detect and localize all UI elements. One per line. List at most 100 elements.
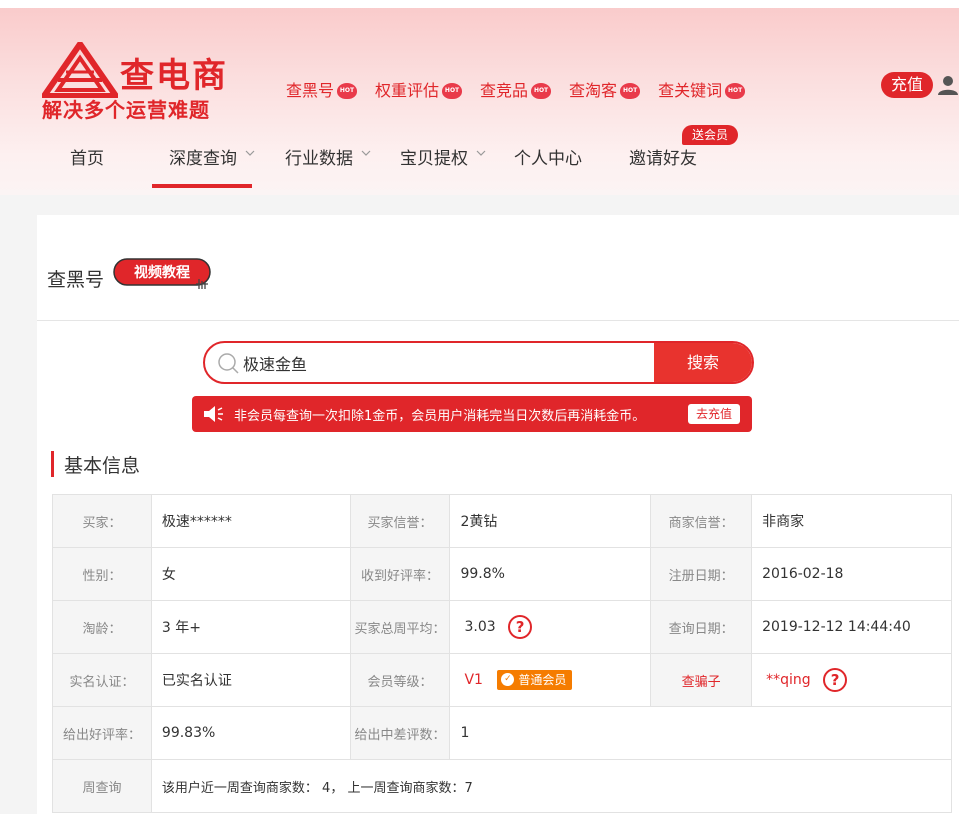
nav-label: 宝贝提权 [400, 149, 468, 169]
top-strip [0, 0, 959, 8]
account-age-label: 淘龄： [52, 600, 152, 654]
search-icon [218, 353, 239, 374]
quicklink-competitor[interactable]: 查竞品 HOT [480, 78, 552, 100]
hot-badge-icon: HOT [620, 83, 641, 99]
table-row: 淘龄： 3 年+ 买家总周平均： 3.03 ? 查询日期： 2019-12-12… [52, 600, 952, 654]
quicklink-label: 查淘客 [569, 81, 618, 100]
good-rate-value: 99.8% [449, 547, 652, 601]
brand-slogan: 解决多个运营难题 [42, 98, 210, 122]
nav-label: 个人中心 [514, 149, 582, 169]
nav-label: 深度查询 [169, 149, 237, 169]
seller-credit-value: 非商家 [751, 494, 952, 548]
quicklink-label: 查黑号 [286, 81, 335, 100]
notice-text: 非会员每查询一次扣除1金币，会员用户消耗完当日次数后再消耗金币。 [234, 409, 646, 424]
nav-label: 邀请好友 [629, 149, 697, 169]
nav-industry-data[interactable]: 行业数据 [285, 130, 371, 188]
user-icon[interactable] [937, 74, 959, 96]
query-date-value: 2019-12-12 14:44:40 [751, 600, 952, 654]
weekly-average-label: 买家总周平均： [349, 600, 451, 654]
quicklink-weight[interactable]: 权重评估 HOT [375, 78, 463, 100]
buyer-label: 买家： [52, 494, 152, 548]
quicklink-taoke[interactable]: 查淘客 HOT [569, 78, 641, 100]
vip-gift-tag: 送会员 [682, 125, 738, 145]
seller-credit-label: 商家信誉： [650, 494, 753, 548]
chevron-down-icon [361, 150, 371, 156]
fraud-check-label[interactable]: 查骗子 [650, 653, 753, 707]
quicklink-keyword[interactable]: 查关键词 HOT [658, 78, 746, 100]
buyer-credit-label: 买家信誉： [349, 494, 451, 548]
go-recharge-button[interactable]: 去充值 [688, 404, 740, 424]
search-input[interactable] [243, 343, 653, 382]
table-row: 买家： 极速****** 买家信誉： 2黄钻 商家信誉： 非商家 [52, 494, 952, 548]
hot-badge-icon: HOT [725, 83, 746, 99]
buyer-credit-value: 2黄钻 [449, 494, 652, 548]
section-title: 基本信息 [51, 451, 140, 477]
chevron-down-icon [245, 150, 255, 156]
brand-logo[interactable]: 查电商 解决多个运营难题 [42, 42, 242, 122]
weekly-average-value: 3.03 [464, 619, 496, 635]
main-panel: 查黑号 视频教程 搜索 非会员每查询一次扣除1金币，会员用户消耗完当日次数后再消… [37, 215, 959, 814]
help-question-icon[interactable]: ? [508, 615, 533, 639]
nav-label: 行业数据 [285, 149, 353, 169]
notice-banner: 非会员每查询一次扣除1金币，会员用户消耗完当日次数后再消耗金币。 去充值 [192, 396, 752, 432]
fraud-check-cell: **qing ? [751, 653, 952, 707]
quick-links: 查黑号 HOT 权重评估 HOT 查竞品 HOT 查淘客 HOT 查关键词 HO… [286, 78, 763, 100]
quicklink-label: 查竞品 [480, 81, 529, 100]
buyer-value: 极速****** [150, 494, 351, 548]
video-tutorial-button[interactable]: 视频教程 [113, 255, 213, 291]
hot-badge-icon: HOT [531, 83, 552, 99]
account-age-value: 3 年+ [150, 600, 351, 654]
realname-value: 已实名认证 [150, 653, 351, 707]
search-bar: 搜索 [203, 341, 754, 384]
quicklink-check-black[interactable]: 查黑号 HOT [286, 78, 358, 100]
member-level-label: 会员等级： [349, 653, 451, 707]
nav-deep-query[interactable]: 深度查询 [169, 130, 255, 188]
query-date-label: 查询日期： [650, 600, 753, 654]
nav-home[interactable]: 首页 [70, 130, 104, 188]
table-row: 实名认证： 已实名认证 会员等级： V1 ✓ 普通会员 查骗子 **qing ? [52, 653, 952, 707]
speaker-icon [204, 406, 223, 422]
hot-badge-icon: HOT [337, 83, 358, 99]
given-good-rate-value: 99.83% [150, 706, 351, 760]
good-rate-label: 收到好评率： [349, 547, 451, 601]
member-badge-label: 普通会员 [518, 673, 567, 687]
nav-label: 首页 [70, 149, 104, 169]
quicklink-label: 权重评估 [375, 81, 440, 100]
chevron-down-icon [476, 150, 486, 156]
weekly-query-label: 周查询 [52, 759, 152, 813]
logo-mark-icon [42, 42, 118, 98]
member-badge: ✓ 普通会员 [497, 670, 573, 690]
header: 查电商 解决多个运营难题 查黑号 HOT 权重评估 HOT 查竞品 HOT 查淘… [0, 0, 959, 195]
realname-label: 实名认证： [52, 653, 152, 707]
vip-check-icon: ✓ [501, 673, 515, 686]
table-row: 给出好评率： 99.83% 给出中差评数： 1 [52, 706, 952, 760]
weekly-average-cell: 3.03 ? [449, 600, 652, 654]
register-date-value: 2016-02-18 [751, 547, 952, 601]
given-good-rate-label: 给出好评率： [52, 706, 152, 760]
weekly-query-value: 该用户近一周查询商家数： 4， 上一周查询商家数：7 [150, 759, 953, 813]
help-question-icon[interactable]: ? [823, 668, 848, 692]
nav-personal-center[interactable]: 个人中心 [514, 130, 582, 188]
basic-info-table: 买家： 极速****** 买家信誉： 2黄钻 商家信誉： 非商家 性别： 女 收… [52, 494, 953, 813]
gender-value: 女 [150, 547, 351, 601]
table-row: 周查询 该用户近一周查询商家数： 4， 上一周查询商家数：7 [52, 759, 953, 813]
section-title-text: 基本信息 [64, 454, 141, 477]
given-bad-count-label: 给出中差评数： [349, 706, 451, 760]
table-row: 性别： 女 收到好评率： 99.8% 注册日期： 2016-02-18 [52, 547, 952, 601]
member-level-cell: V1 ✓ 普通会员 [449, 653, 652, 707]
gender-label: 性别： [52, 547, 152, 601]
register-date-label: 注册日期： [650, 547, 753, 601]
search-button[interactable]: 搜索 [654, 343, 752, 382]
brand-name: 查电商 [120, 56, 228, 96]
section-bar [51, 451, 54, 477]
hot-badge-icon: HOT [442, 83, 463, 99]
given-bad-count-value: 1 [449, 706, 952, 760]
page-title: 查黑号 [47, 269, 105, 291]
recharge-button[interactable]: 充值 [881, 72, 933, 98]
nav-product-boost[interactable]: 宝贝提权 [400, 130, 486, 188]
main-nav: 首页 深度查询 行业数据 宝贝提权 个人中心 邀请好友 [0, 130, 959, 188]
member-level-value: V1 [464, 672, 483, 688]
nav-active-indicator [152, 184, 252, 188]
title-divider [37, 320, 959, 321]
quicklink-label: 查关键词 [658, 81, 723, 100]
